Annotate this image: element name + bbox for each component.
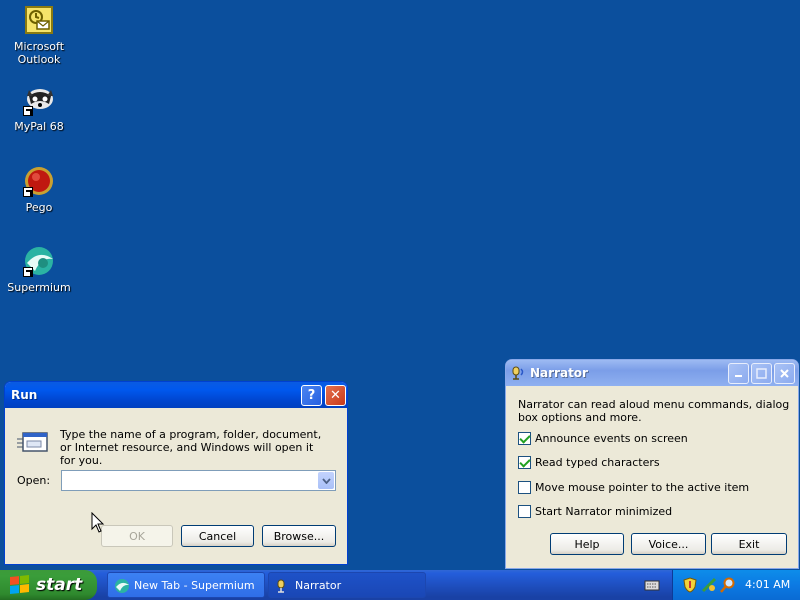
taskbar-item-supermium[interactable]: New Tab - Supermium: [107, 572, 265, 598]
checkbox-checked[interactable]: [518, 456, 531, 469]
start-minimized-checkbox[interactable]: Start Narrator minimized: [518, 505, 672, 518]
read-typed-characters-checkbox[interactable]: Read typed characters: [518, 456, 660, 469]
minimize-icon: [735, 375, 742, 377]
system-tray: 4:01 AM: [672, 570, 800, 600]
shortcut-arrow-icon: [23, 187, 33, 197]
run-program-icon: [17, 430, 49, 456]
clock[interactable]: 4:01 AM: [745, 578, 790, 591]
desktop-icon-pego[interactable]: Pego: [0, 165, 78, 214]
checkbox-label: Start Narrator minimized: [535, 505, 673, 518]
taskbar-item-narrator[interactable]: Narrator: [268, 572, 426, 598]
run-titlebar[interactable]: Run ? ✕: [5, 382, 347, 408]
open-label: Open:: [17, 474, 51, 487]
checkbox-label: Announce events on screen: [535, 432, 688, 445]
pego-icon: [23, 165, 55, 197]
run-description: Type the name of a program, folder, docu…: [60, 428, 322, 467]
outlook-icon: [23, 4, 55, 36]
narrator-title: Narrator: [530, 366, 588, 380]
close-icon: [780, 369, 789, 378]
desktop-icon-supermium[interactable]: Supermium: [0, 245, 78, 294]
narrator-icon: [512, 366, 524, 380]
voice-button[interactable]: Voice...: [631, 533, 706, 555]
desktop-icon-label: Supermium: [7, 281, 71, 294]
supermium-icon: [23, 245, 55, 277]
desktop-icon-mypal[interactable]: MyPal 68: [0, 84, 78, 133]
run-dialog: Run ? ✕ Type the name of a program, fold…: [4, 381, 348, 565]
open-combobox[interactable]: [61, 470, 336, 491]
browse-button[interactable]: Browse...: [262, 525, 336, 547]
help-button[interactable]: Help: [550, 533, 624, 555]
desktop-icon-label: Pego: [25, 201, 53, 214]
chevron-down-icon: [321, 477, 331, 484]
move-mouse-pointer-checkbox[interactable]: Move mouse pointer to the active item: [518, 481, 749, 494]
start-button[interactable]: start: [0, 570, 97, 600]
taskbar: start New Tab - Supermium Narrator 4:01 …: [0, 570, 800, 600]
cancel-button[interactable]: Cancel: [181, 525, 254, 547]
narrator-description: Narrator can read aloud menu commands, d…: [518, 398, 790, 424]
checkbox-checked[interactable]: [518, 432, 531, 445]
ok-button[interactable]: OK: [101, 525, 173, 547]
shortcut-arrow-icon: [23, 106, 33, 116]
maximize-icon: [756, 368, 767, 379]
magnifier-icon[interactable]: [720, 577, 736, 593]
announce-events-checkbox[interactable]: Announce events on screen: [518, 432, 688, 445]
taskbar-item-label: New Tab - Supermium: [134, 578, 255, 592]
close-button[interactable]: ✕: [325, 385, 346, 406]
close-icon: ✕: [330, 388, 341, 403]
checkbox-label: Read typed characters: [535, 456, 660, 469]
minimize-button[interactable]: [728, 363, 749, 384]
supermium-icon: [115, 579, 129, 593]
keyboard-icon[interactable]: [644, 579, 660, 591]
network-icon[interactable]: [701, 577, 717, 593]
help-title-button[interactable]: ?: [301, 385, 322, 406]
start-label: start: [36, 575, 83, 595]
narrator-titlebar[interactable]: Narrator: [506, 360, 798, 386]
mouse-pointer-icon: [91, 512, 105, 533]
windows-flag-icon: [10, 575, 30, 595]
narrator-icon: [277, 579, 285, 593]
shortcut-arrow-icon: [23, 267, 33, 277]
checkbox-unchecked[interactable]: [518, 481, 531, 494]
narrator-window: Narrator Narrator can read aloud menu co…: [505, 359, 799, 569]
checkbox-label: Move mouse pointer to the active item: [535, 481, 750, 494]
run-title: Run: [11, 388, 38, 402]
exit-button[interactable]: Exit: [711, 533, 787, 555]
taskbar-item-label: Narrator: [295, 578, 342, 592]
desktop-icon-outlook[interactable]: Microsoft Outlook: [0, 4, 78, 66]
dropdown-button[interactable]: [318, 472, 334, 489]
checkbox-unchecked[interactable]: [518, 505, 531, 518]
desktop-icon-label: MyPal 68: [14, 120, 64, 133]
close-button[interactable]: [774, 363, 795, 384]
maximize-button[interactable]: [751, 363, 772, 384]
desktop-icon-label: Microsoft Outlook: [13, 40, 65, 66]
security-shield-icon[interactable]: [683, 577, 697, 593]
help-icon: ?: [307, 388, 316, 403]
mypal-icon: [23, 84, 55, 116]
